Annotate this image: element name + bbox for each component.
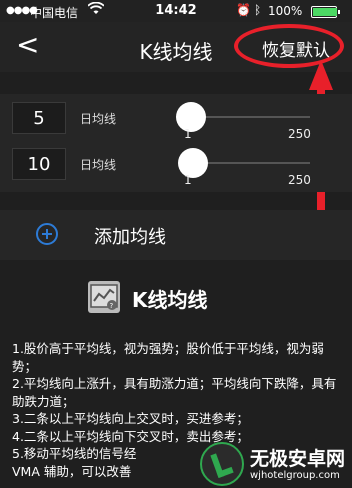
ma-period-slider[interactable] <box>178 148 310 178</box>
info-title: K线均线 <box>132 288 208 312</box>
ma-label: 日均线 <box>80 112 117 126</box>
add-circle-icon <box>36 223 58 245</box>
ma-row: 10 日均线 1 250 <box>0 140 352 192</box>
info-line: 1.股价高于平均线，视为强势；股价低于平均线，视为弱势； <box>12 341 324 374</box>
watermark-url: wjhotelgroup.com <box>250 470 340 481</box>
add-ma-label: 添加均线 <box>94 227 166 248</box>
slider-min-label: 1 <box>184 127 192 141</box>
watermark-title: 无极安卓网 <box>250 448 346 470</box>
chart-icon: ? <box>88 281 120 313</box>
bluetooth-icon: ᛒ <box>254 3 262 17</box>
info-line: 2.平均线向上涨升，具有助涨力道；平均线向下跌降，具有助跌力道； <box>12 376 337 409</box>
ma-row: 5 日均线 1 250 <box>0 94 352 146</box>
slider-min-label: 1 <box>184 173 192 187</box>
battery-icon <box>311 6 340 18</box>
watermark-logo-icon <box>200 442 244 486</box>
info-header: ? K线均线 <box>0 270 352 326</box>
add-ma-button[interactable]: 添加均线 <box>0 210 352 260</box>
ma-period-slider[interactable] <box>175 102 310 132</box>
info-line: 3.二条以上平均线向上交叉时，买进参考； <box>12 411 249 426</box>
slider-max-label: 250 <box>288 173 311 187</box>
battery-percent: 100% <box>268 4 303 18</box>
ma-period-input[interactable]: 5 <box>12 102 66 134</box>
slider-max-label: 250 <box>288 127 311 141</box>
svg-text:?: ? <box>110 302 114 310</box>
watermark: 无极安卓网 wjhotelgroup.com <box>200 440 352 488</box>
ma-period-input[interactable]: 10 <box>12 148 66 180</box>
slider-thumb[interactable] <box>178 148 209 178</box>
ma-label: 日均线 <box>80 158 117 172</box>
alarm-icon: ⏰ <box>236 3 251 17</box>
status-bar: ●●●● 中国电信 14:42 ⏰ ᛒ 100% <box>0 0 352 22</box>
